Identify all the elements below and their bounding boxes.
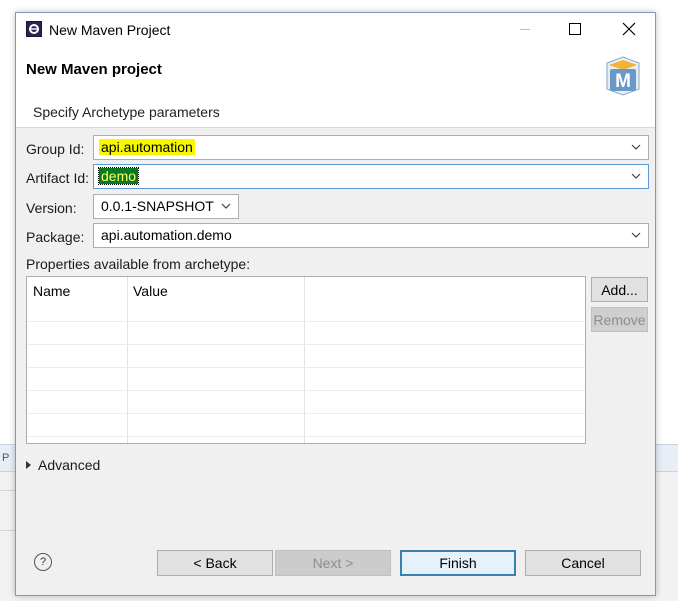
remove-property-label: Remove	[593, 311, 646, 328]
back-button[interactable]: < Back	[157, 550, 273, 576]
table-row	[27, 344, 585, 345]
properties-label: Properties available from archetype:	[26, 256, 251, 272]
table-row	[27, 390, 585, 391]
group-id-label: Group Id:	[26, 141, 85, 157]
background-divider	[0, 530, 16, 531]
page-description: Specify Archetype parameters	[33, 104, 220, 120]
next-label: Next >	[312, 555, 354, 571]
wizard-header: New Maven project Specify Archetype para…	[16, 45, 655, 128]
help-icon[interactable]: ?	[34, 553, 52, 571]
column-header-name[interactable]: Name	[33, 283, 70, 299]
version-label: Version:	[26, 200, 77, 216]
artifact-id-label: Artifact Id:	[26, 170, 90, 186]
version-value: 0.0.1-SNAPSHOT	[101, 198, 214, 214]
cancel-button[interactable]: Cancel	[525, 550, 641, 576]
table-row	[27, 436, 585, 437]
artifact-id-combo[interactable]: demo	[93, 164, 649, 189]
close-icon	[622, 22, 636, 36]
eclipse-app-icon	[26, 21, 42, 37]
page-title: New Maven project	[26, 61, 162, 78]
artifact-id-value: demo	[97, 167, 140, 185]
group-id-value: api.automation	[99, 139, 195, 155]
finish-label: Finish	[439, 555, 477, 571]
column-header-value[interactable]: Value	[133, 283, 168, 299]
cancel-label: Cancel	[561, 555, 605, 571]
maven-logo-icon: M	[606, 56, 640, 96]
table-row	[27, 321, 585, 322]
new-maven-project-dialog: New Maven Project New Maven project Spec…	[15, 12, 656, 596]
chevron-down-icon	[631, 144, 641, 150]
svg-text:M: M	[615, 71, 631, 92]
chevron-down-icon	[631, 232, 641, 238]
package-combo[interactable]: api.automation.demo	[93, 223, 649, 248]
version-combo[interactable]: 0.0.1-SNAPSHOT	[93, 194, 239, 219]
add-property-button[interactable]: Add...	[591, 277, 648, 302]
next-button[interactable]: Next >	[275, 550, 391, 576]
finish-button[interactable]: Finish	[400, 550, 516, 576]
background-tab-fragment: P	[2, 452, 10, 464]
table-row	[27, 413, 585, 414]
package-value: api.automation.demo	[101, 227, 232, 243]
advanced-section-toggle[interactable]: Advanced	[26, 457, 100, 473]
chevron-down-icon	[631, 173, 641, 179]
chevron-down-icon	[221, 203, 231, 209]
table-row	[27, 367, 585, 368]
package-label: Package:	[26, 229, 85, 245]
window-title: New Maven Project	[49, 22, 171, 38]
column-divider	[127, 277, 128, 443]
title-bar: New Maven Project	[16, 13, 655, 45]
advanced-label: Advanced	[38, 457, 101, 473]
minimize-button[interactable]	[502, 13, 548, 45]
expand-arrow-icon	[26, 461, 31, 469]
maximize-button[interactable]	[552, 13, 598, 45]
background-divider	[0, 490, 16, 491]
back-label: < Back	[193, 555, 237, 571]
properties-table[interactable]: Name Value	[26, 276, 586, 444]
group-id-combo[interactable]: api.automation	[93, 135, 649, 160]
close-button[interactable]	[606, 13, 652, 45]
add-property-label: Add...	[601, 281, 638, 298]
minimize-icon	[520, 28, 530, 30]
column-divider	[304, 277, 305, 443]
remove-property-button[interactable]: Remove	[591, 307, 648, 332]
maximize-icon	[569, 23, 581, 35]
